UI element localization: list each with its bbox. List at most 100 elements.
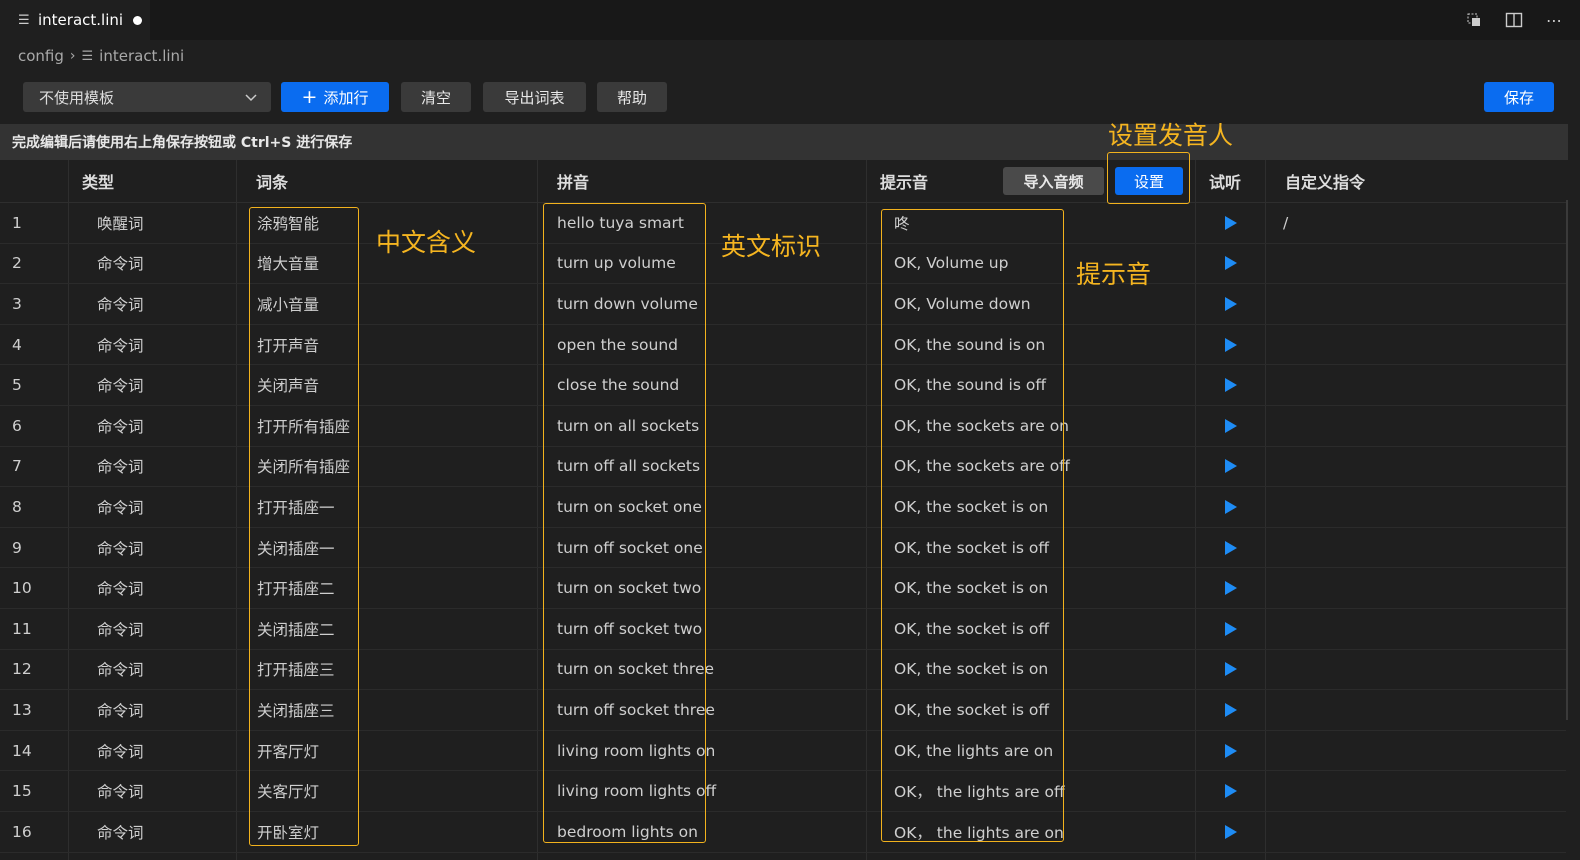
row-term[interactable]: 打开插座二 [257, 568, 335, 608]
table-row[interactable]: 16 命令词 开卧室灯 bedroom lights on OK， the lights… [0, 812, 1566, 853]
play-button[interactable] [1222, 325, 1240, 365]
table-row[interactable]: 8 命令词 打开插座一 turn on socket one OK, the socke… [0, 487, 1566, 528]
row-pinyin[interactable]: turn on socket two [557, 568, 701, 608]
row-custom[interactable]: / [1283, 203, 1288, 243]
row-pinyin[interactable]: turn on socket three [557, 650, 714, 690]
row-tone[interactable]: OK, the lights are on [894, 731, 1053, 771]
row-term[interactable]: 开卧室灯 [257, 812, 319, 852]
row-pinyin[interactable]: close the sound [557, 365, 679, 405]
header-pinyin[interactable]: 拼音 [557, 160, 589, 202]
row-term[interactable]: 减小音量 [257, 284, 319, 324]
row-term[interactable]: 打开所有插座 [257, 406, 350, 446]
more-icon[interactable]: ⋯ [1542, 8, 1566, 32]
row-pinyin[interactable]: turn off all sockets [557, 447, 700, 487]
help-button[interactable]: 帮助 [597, 82, 667, 112]
scrollbar[interactable] [1566, 200, 1568, 720]
row-type[interactable]: 命令词 [97, 690, 144, 730]
play-button[interactable] [1222, 487, 1240, 527]
row-pinyin[interactable]: turn on socket one [557, 487, 702, 527]
tab-interact-lini[interactable]: ☰ interact.lini [0, 0, 150, 40]
header-tone[interactable]: 提示音 [880, 160, 928, 202]
row-type[interactable]: 命令词 [97, 365, 144, 405]
breadcrumb-file[interactable]: interact.lini [99, 47, 184, 65]
table-row[interactable]: 3 命令词 减小音量 turn down volume OK, Volume down [0, 284, 1566, 325]
header-type[interactable]: 类型 [82, 160, 114, 202]
row-pinyin[interactable]: turn up volume [557, 244, 676, 284]
row-pinyin[interactable]: turn off socket three [557, 690, 715, 730]
play-button[interactable] [1222, 650, 1240, 690]
row-term[interactable]: 关客厅灯 [257, 771, 319, 811]
row-type[interactable]: 命令词 [97, 812, 144, 852]
row-tone[interactable]: OK, the sound is on [894, 325, 1045, 365]
table-row[interactable]: 12 命令词 打开插座三 turn on socket three OK, the so… [0, 650, 1566, 691]
table-row[interactable]: 14 命令词 开客厅灯 living room lights on OK, the li… [0, 731, 1566, 772]
row-term[interactable]: 打开声音 [257, 325, 319, 365]
play-button[interactable] [1222, 406, 1240, 446]
play-button[interactable] [1222, 690, 1240, 730]
row-type[interactable]: 命令词 [97, 771, 144, 811]
row-tone[interactable]: OK, the socket is off [894, 528, 1049, 568]
row-pinyin[interactable]: hello tuya smart [557, 203, 684, 243]
row-term[interactable]: 关闭插座一 [257, 528, 335, 568]
row-pinyin[interactable]: bedroom lights on [557, 812, 698, 852]
breadcrumb-folder[interactable]: config [18, 47, 64, 65]
row-tone[interactable]: OK, the socket is on [894, 568, 1048, 608]
play-button[interactable] [1222, 284, 1240, 324]
table-row[interactable]: 15 命令词 关客厅灯 living room lights off OK， the l… [0, 771, 1566, 812]
row-tone[interactable]: OK, the sound is off [894, 365, 1046, 405]
play-button[interactable] [1222, 244, 1240, 284]
row-type[interactable]: 命令词 [97, 244, 144, 284]
row-pinyin[interactable]: living room lights on [557, 731, 715, 771]
row-term[interactable]: 增大音量 [257, 244, 319, 284]
play-button[interactable] [1222, 731, 1240, 771]
unsaved-dot-icon[interactable] [133, 15, 143, 25]
row-type[interactable]: 命令词 [97, 284, 144, 324]
row-type[interactable]: 命令词 [97, 487, 144, 527]
play-button[interactable] [1222, 447, 1240, 487]
row-pinyin[interactable]: turn on all sockets [557, 406, 699, 446]
row-tone[interactable]: OK, the sockets are off [894, 447, 1070, 487]
import-audio-button[interactable]: 导入音频 [1003, 167, 1104, 195]
header-listen[interactable]: 试听 [1209, 160, 1241, 202]
copy-icon[interactable] [1462, 8, 1486, 32]
row-tone[interactable]: OK, the socket is off [894, 690, 1049, 730]
table-row[interactable]: 9 命令词 关闭插座一 turn off socket one OK, the sock… [0, 528, 1566, 569]
row-term[interactable]: 关闭插座二 [257, 609, 335, 649]
row-tone[interactable]: OK, the socket is on [894, 650, 1048, 690]
row-type[interactable]: 命令词 [97, 568, 144, 608]
row-tone[interactable]: OK, the socket is off [894, 609, 1049, 649]
row-type[interactable]: 命令词 [97, 447, 144, 487]
row-type[interactable]: 命令词 [97, 650, 144, 690]
play-button[interactable] [1222, 203, 1240, 243]
speaker-settings-button[interactable]: 设置 [1115, 167, 1183, 195]
row-pinyin[interactable]: turn down volume [557, 284, 698, 324]
header-custom[interactable]: 自定义指令 [1285, 160, 1365, 202]
table-row[interactable]: 11 命令词 关闭插座二 turn off socket two OK, the soc… [0, 609, 1566, 650]
play-button[interactable] [1222, 812, 1240, 852]
row-pinyin[interactable]: living room lights off [557, 771, 716, 811]
row-tone[interactable]: OK, Volume down [894, 284, 1031, 324]
save-button[interactable]: 保存 [1484, 82, 1554, 112]
play-button[interactable] [1222, 771, 1240, 811]
row-type[interactable]: 命令词 [97, 325, 144, 365]
table-row[interactable]: 4 命令词 打开声音 open the sound OK, the sound is o… [0, 325, 1566, 366]
play-button[interactable] [1222, 528, 1240, 568]
table-row[interactable]: 7 命令词 关闭所有插座 turn off all sockets OK, the so… [0, 447, 1566, 488]
row-type[interactable]: 命令词 [97, 731, 144, 771]
row-type[interactable]: 命令词 [97, 406, 144, 446]
row-term[interactable]: 关闭所有插座 [257, 447, 350, 487]
row-pinyin[interactable]: open the sound [557, 325, 678, 365]
row-tone[interactable]: OK, Volume up [894, 244, 1008, 284]
header-term[interactable]: 词条 [256, 160, 288, 202]
play-button[interactable] [1222, 365, 1240, 405]
table-row[interactable]: 5 命令词 关闭声音 close the sound OK, the sound is … [0, 365, 1566, 406]
row-pinyin[interactable]: turn off socket one [557, 528, 703, 568]
add-row-button[interactable]: + 添加行 [281, 82, 389, 112]
play-button[interactable] [1222, 568, 1240, 608]
template-select[interactable]: 不使用模板 [23, 82, 271, 112]
row-type[interactable]: 唤醒词 [97, 203, 144, 243]
row-term[interactable]: 开客厅灯 [257, 731, 319, 771]
row-tone[interactable]: OK, the socket is on [894, 487, 1048, 527]
row-type[interactable]: 命令词 [97, 609, 144, 649]
row-tone[interactable]: OK, the sockets are on [894, 406, 1069, 446]
